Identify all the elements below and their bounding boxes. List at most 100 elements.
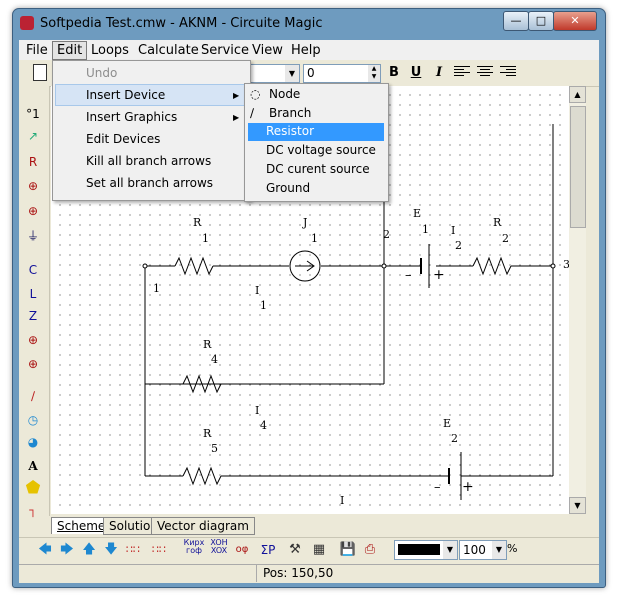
inductor-tool-icon[interactable]: L <box>23 284 43 304</box>
menu-item-undo[interactable]: Undo <box>86 66 117 80</box>
font-size-value[interactable]: 0 <box>307 66 315 80</box>
align-right-icon[interactable] <box>500 66 516 79</box>
arrow-right-icon[interactable]: 🡆 <box>58 541 76 559</box>
branch-icon: ∕ <box>250 106 255 120</box>
e1-minus: – <box>405 268 412 283</box>
vertical-scrollbar[interactable]: ▲ ▼ <box>569 86 586 514</box>
e1-subscript: 1 <box>422 223 429 236</box>
maximize-button[interactable]: □ <box>528 11 554 31</box>
font-combo[interactable]: ▼ <box>248 64 300 83</box>
kirchhoff-button[interactable]: Кирх гоф <box>183 539 205 557</box>
menu-view[interactable]: View <box>252 43 283 58</box>
r2-subscript: 2 <box>502 232 509 245</box>
current-source-tool-icon[interactable]: ⊕ <box>23 201 43 221</box>
chevron-down-icon[interactable]: ▼ <box>443 541 457 559</box>
align-center-icon[interactable] <box>477 66 493 79</box>
chevron-down-icon[interactable]: ▼ <box>285 65 299 82</box>
i4-label: I <box>255 404 260 417</box>
submenu-item-resistor[interactable]: Resistor <box>266 124 314 138</box>
i-bottom-label: I <box>340 494 345 507</box>
menu-item-edit-devices[interactable]: Edit Devices <box>86 132 160 146</box>
menu-service[interactable]: Service <box>201 43 249 58</box>
voltage-source-tool-icon[interactable]: ⊕ <box>23 176 43 196</box>
j1-subscript: 1 <box>311 232 318 245</box>
capacitor-tool-icon[interactable]: C <box>23 260 43 280</box>
xoh-button[interactable]: XOH XOX <box>208 539 230 557</box>
dots-grid-icon[interactable]: ∷∷ <box>124 541 142 559</box>
arrow-up-icon[interactable]: 🡅 <box>80 541 98 559</box>
submenu-item-dc-current-source[interactable]: DC curent source <box>266 162 370 176</box>
new-document-icon[interactable] <box>33 64 47 81</box>
menu-calculate[interactable]: Calculate <box>138 43 199 58</box>
submenu-arrow-icon: ▶ <box>233 113 240 122</box>
menu-file[interactable]: File <box>26 43 48 58</box>
node-tool-icon[interactable]: °1 <box>23 104 43 124</box>
impedance-tool-icon[interactable]: Z <box>23 306 43 326</box>
polygon-tool-icon[interactable]: ⬟ <box>23 478 43 498</box>
i1-subscript: 1 <box>260 299 267 312</box>
zoom-combo[interactable]: 100 ▼ <box>459 540 507 560</box>
e2-minus: – <box>434 480 441 495</box>
spinner-arrows-icon[interactable]: ▲ ▼ <box>368 65 380 82</box>
submenu-item-branch[interactable]: Branch <box>269 106 311 120</box>
r5-label: R <box>203 427 212 440</box>
menu-edit[interactable]: Edit <box>52 41 88 60</box>
italic-button[interactable]: I <box>430 64 448 82</box>
submenu-item-dc-voltage-source[interactable]: DC voltage source <box>266 143 376 157</box>
line-tool-icon[interactable]: ∕ <box>23 386 43 406</box>
node-label-1: 1 <box>153 282 160 295</box>
close-button[interactable]: ✕ <box>553 11 597 31</box>
ac-current-tool-icon[interactable]: ⊕ <box>23 354 43 374</box>
dots-pattern-icon[interactable]: ∷∷ <box>150 541 168 559</box>
cursor-position: Pos: 150,50 <box>256 564 333 582</box>
menu-item-set-branch-arrows[interactable]: Set all branch arrows <box>86 176 213 190</box>
r1-label: R <box>193 216 202 229</box>
i2-subscript: 2 <box>455 239 462 252</box>
tools-icon[interactable]: ⚒ <box>286 541 304 559</box>
chevron-down-icon[interactable]: ▼ <box>492 541 506 559</box>
line-color-combo[interactable]: ▼ <box>394 540 458 560</box>
underline-button[interactable]: U <box>407 64 425 82</box>
arrow-down-icon[interactable]: 🡇 <box>102 541 120 559</box>
r1-subscript: 1 <box>202 232 209 245</box>
submenu-arrow-icon: ▶ <box>233 91 240 100</box>
e1-label: E <box>413 207 422 220</box>
meter-tool-icon[interactable]: ◷ <box>23 410 43 430</box>
minimize-button[interactable]: — <box>503 11 529 31</box>
scroll-down-icon[interactable]: ▼ <box>569 497 586 514</box>
save-icon[interactable]: 💾 <box>339 541 357 559</box>
menu-help[interactable]: Help <box>291 43 321 58</box>
menu-loops[interactable]: Loops <box>91 43 129 58</box>
ground-tool-icon[interactable]: ⏚ <box>23 226 43 246</box>
menu-item-insert-graphics[interactable]: Insert Graphics <box>86 110 177 124</box>
print-icon[interactable]: ⎙ <box>361 541 379 559</box>
text-tool-icon[interactable]: A <box>23 456 43 476</box>
tab-vector-diagram[interactable]: Vector diagram <box>151 517 255 535</box>
resistor-tool-icon[interactable]: R <box>23 152 43 172</box>
zoom-unit: % <box>507 542 518 555</box>
calculator-icon[interactable]: ▦ <box>310 541 328 559</box>
power-sum-button[interactable]: ΣP <box>259 541 277 559</box>
phi-button[interactable]: oφ <box>233 541 251 559</box>
menu-item-kill-branch-arrows[interactable]: Kill all branch arrows <box>86 154 211 168</box>
zoom-value[interactable]: 100 <box>463 543 486 557</box>
submenu-item-ground[interactable]: Ground <box>266 181 310 195</box>
arrow-left-icon[interactable]: 🡄 <box>36 541 54 559</box>
r4-label: R <box>203 338 212 351</box>
ac-voltage-tool-icon[interactable]: ⊕ <box>23 330 43 350</box>
menu-item-insert-device[interactable]: Insert Device <box>86 88 165 102</box>
node-icon: ◌ <box>250 87 261 101</box>
j1-label: J <box>303 216 308 229</box>
font-size-spinner[interactable]: 0 ▲ ▼ <box>303 64 381 83</box>
branch-tool-icon[interactable]: ↗ <box>23 126 43 146</box>
submenu-item-node[interactable]: Node <box>269 87 300 101</box>
bold-button[interactable]: B <box>385 64 403 82</box>
arc-tool-icon[interactable]: ◕ <box>23 432 43 452</box>
e2-plus: + <box>462 479 474 495</box>
i1-label: I <box>255 284 260 297</box>
scroll-thumb[interactable] <box>570 106 586 228</box>
r4-subscript: 4 <box>211 353 218 366</box>
scroll-up-icon[interactable]: ▲ <box>569 86 586 103</box>
align-left-icon[interactable] <box>454 66 470 79</box>
connector-tool-icon[interactable]: ┐ <box>23 500 43 520</box>
